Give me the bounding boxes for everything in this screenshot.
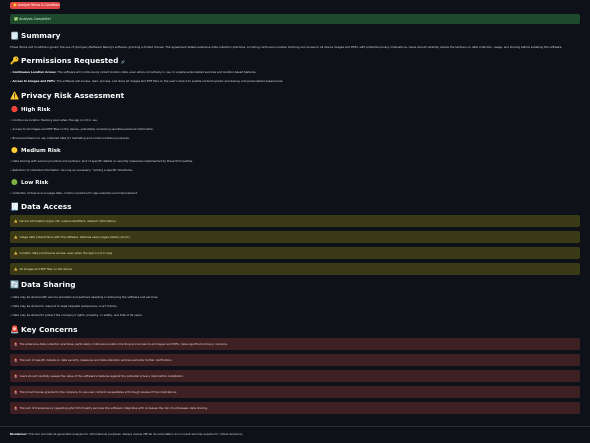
key-concern-alert: 🚨 The broad license granted to the compan… xyxy=(10,386,580,398)
warning-icon: ⚠️ xyxy=(14,219,18,223)
data-sharing-item: • Data may be shared to respond to legal… xyxy=(10,304,118,308)
permission-item: • Access to Images and PDFs: The softwar… xyxy=(10,79,284,83)
analyze-button[interactable]: 🔽 Analyze Terms & Conditions xyxy=(10,2,60,9)
data-access-warning: ⚠️ Usage data (interactions with the soft… xyxy=(10,231,580,243)
key-concern-alert: 🚨 The lack of specific details on data se… xyxy=(10,354,580,366)
low-risk-heading: 🟢 Low Risk xyxy=(11,180,49,186)
status-text: Analysis Complete! xyxy=(19,17,52,21)
permissions-heading: 🔑 Permissions Requested 🔗 xyxy=(10,56,125,65)
data-access-heading: 🧾 Data Access xyxy=(10,202,72,211)
document-icon: 🧾 xyxy=(10,202,20,211)
siren-icon: 🚨 xyxy=(14,342,18,346)
key-concern-alert: 🚨 Users should carefully assess the value… xyxy=(10,370,580,382)
key-icon: 🔑 xyxy=(10,56,20,65)
check-icon: ✅ xyxy=(14,17,19,21)
data-access-warning: ⚠️ Device information (type, OS, unique i… xyxy=(10,215,580,227)
warning-icon: ⚠️ xyxy=(10,91,20,100)
notepad-icon: 🗒️ xyxy=(10,31,20,40)
high-risk-item: • Access to all images and PDF files on … xyxy=(10,127,155,131)
siren-icon: 🚨 xyxy=(14,390,18,394)
yellow-circle-icon: 🟡 xyxy=(11,148,18,154)
warning-icon: ⚠️ xyxy=(14,235,18,239)
key-concerns-heading: 🚨 Key Concerns xyxy=(10,325,78,334)
high-risk-heading: 🛑 High Risk xyxy=(11,107,51,113)
green-circle-icon: 🟢 xyxy=(11,180,18,186)
high-risk-item: • Broad permission to use collected data… xyxy=(10,136,130,140)
key-concern-alert: 🚨 The lack of transparency regarding whic… xyxy=(10,402,580,414)
summary-heading: 🗒️ Summary xyxy=(10,31,61,40)
data-sharing-item: • Data may be shared to protect the comp… xyxy=(10,313,143,317)
warning-icon: ⚠️ xyxy=(14,251,18,255)
divider xyxy=(0,426,590,427)
data-sharing-heading: 🔄 Data Sharing xyxy=(10,280,76,289)
data-access-warning: ⚠️ Location data (continuous access, even… xyxy=(10,247,580,259)
siren-icon: 🚨 xyxy=(14,406,18,410)
anchor-link-icon[interactable]: 🔗 xyxy=(121,60,125,64)
stop-icon: 🛑 xyxy=(11,107,18,113)
summary-text: These Terms and Conditions govern the us… xyxy=(10,45,563,49)
warning-icon: ⚠️ xyxy=(14,267,18,271)
data-access-warning: ⚠️ All images and PDF files on the device xyxy=(10,263,580,275)
key-concern-alert: 🚨 The extensive data collection practices… xyxy=(10,338,580,350)
high-risk-item: • Continuous location tracking even when… xyxy=(10,118,98,122)
data-sharing-item: • Data may be shared with service provid… xyxy=(10,295,159,299)
siren-icon: 🚨 xyxy=(14,358,18,362)
medium-risk-heading: 🟡 Medium Risk xyxy=(11,148,61,154)
privacy-risk-heading: ⚠️ Privacy Risk Assessment xyxy=(10,91,125,100)
status-success-banner: ✅ Analysis Complete! xyxy=(10,14,580,24)
siren-icon: 🚨 xyxy=(10,325,20,334)
disclaimer: Disclaimer: This tool provides AI-genera… xyxy=(10,432,243,436)
permission-item: • Continuous Location Access: The softwa… xyxy=(10,70,257,74)
medium-risk-item: • Retention of collected information "as… xyxy=(10,168,133,172)
siren-icon: 🚨 xyxy=(14,374,18,378)
medium-risk-item: • Data sharing with service providers an… xyxy=(10,159,194,163)
low-risk-item: • Collection of device and usage data, c… xyxy=(10,191,138,195)
sync-icon: 🔄 xyxy=(10,280,20,289)
